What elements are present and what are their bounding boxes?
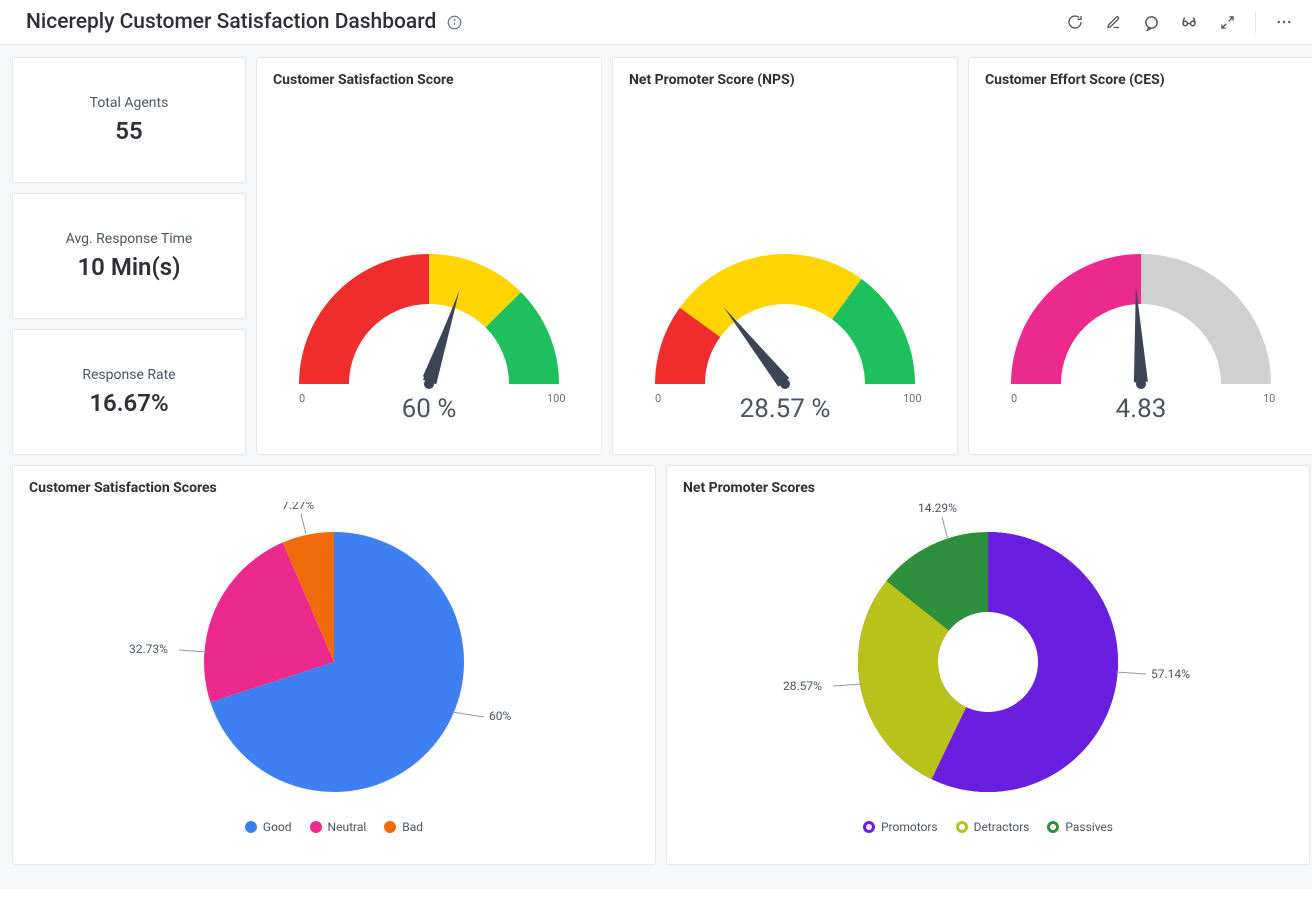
stat-value: 55 (115, 117, 142, 145)
svg-text:0: 0 (299, 392, 305, 405)
svg-text:0: 0 (1011, 392, 1017, 405)
stat-avg-response-time: Avg. Response Time 10 Min(s) (12, 193, 246, 319)
glasses-icon[interactable] (1179, 12, 1199, 32)
more-icon[interactable] (1274, 12, 1294, 32)
gauge-value: 60 % (402, 394, 457, 424)
chart-title: Customer Satisfaction Score (273, 72, 585, 88)
refresh-icon[interactable] (1065, 12, 1085, 32)
gauge-value: 28.57 % (740, 394, 831, 424)
svg-text:0: 0 (655, 392, 661, 405)
pie-csat-legend: Good Neutral Bad (29, 820, 639, 834)
gauge-value: 4.83 (1116, 394, 1167, 424)
svg-text:28.57%: 28.57% (783, 679, 822, 693)
stat-label: Avg. Response Time (66, 231, 193, 247)
stat-response-rate: Response Rate 16.67% (12, 329, 246, 455)
svg-text:60%: 60% (489, 709, 511, 723)
chart-title: Net Promoter Scores (683, 480, 1293, 496)
pie-csat: 60% 32.73% 7.27% (29, 502, 639, 812)
gauge-nps: 0 100 (635, 214, 935, 424)
pie-csat-card: Customer Satisfaction Scores 60% 32.73% (12, 465, 656, 865)
legend-item[interactable]: Neutral (310, 820, 367, 834)
pie-nps-legend: Promotors Detractors Passives (683, 820, 1293, 834)
stat-total-agents: Total Agents 55 (12, 57, 246, 183)
dashboard-header: Nicereply Customer Satisfaction Dashboar… (0, 0, 1312, 45)
gauge-ces: 0 10 (991, 214, 1291, 424)
svg-text:32.73%: 32.73% (129, 642, 168, 656)
legend-item[interactable]: Good (245, 820, 292, 834)
expand-icon[interactable] (1217, 12, 1237, 32)
stat-label: Total Agents (90, 95, 169, 111)
legend-item[interactable]: Promotors (863, 820, 938, 834)
chart-title: Net Promoter Score (NPS) (629, 72, 941, 88)
pie-nps-card: Net Promoter Scores (666, 465, 1310, 865)
svg-text:10: 10 (1263, 392, 1275, 405)
legend-item[interactable]: Detractors (956, 820, 1030, 834)
stat-value: 16.67% (89, 389, 168, 417)
gauge-csat-card: Customer Satisfaction Score (256, 57, 602, 455)
edit-icon[interactable] (1103, 12, 1123, 32)
gauge-ces-card: Customer Effort Score (CES) 0 10 4.83 (968, 57, 1312, 455)
svg-text:7.27%: 7.27% (282, 502, 314, 512)
pie-nps: 57.14% 28.57% 14.29% (683, 502, 1293, 812)
comment-icon[interactable] (1141, 12, 1161, 32)
svg-text:100: 100 (903, 392, 922, 405)
legend-item[interactable]: Passives (1047, 820, 1113, 834)
legend-item[interactable]: Bad (384, 820, 423, 834)
info-icon[interactable] (446, 14, 462, 30)
gauge-nps-card: Net Promoter Score (NPS) 0 100 28.57 % (612, 57, 958, 455)
stat-label: Response Rate (82, 367, 175, 383)
svg-text:57.14%: 57.14% (1151, 667, 1190, 681)
gauge-csat: 0 100 (279, 214, 579, 424)
stat-value: 10 Min(s) (77, 253, 180, 281)
page-title: Nicereply Customer Satisfaction Dashboar… (26, 10, 436, 34)
svg-text:100: 100 (547, 392, 566, 405)
chart-title: Customer Effort Score (CES) (985, 72, 1297, 88)
chart-title: Customer Satisfaction Scores (29, 480, 639, 496)
toolbar-divider (1255, 11, 1256, 33)
svg-text:14.29%: 14.29% (918, 502, 957, 515)
